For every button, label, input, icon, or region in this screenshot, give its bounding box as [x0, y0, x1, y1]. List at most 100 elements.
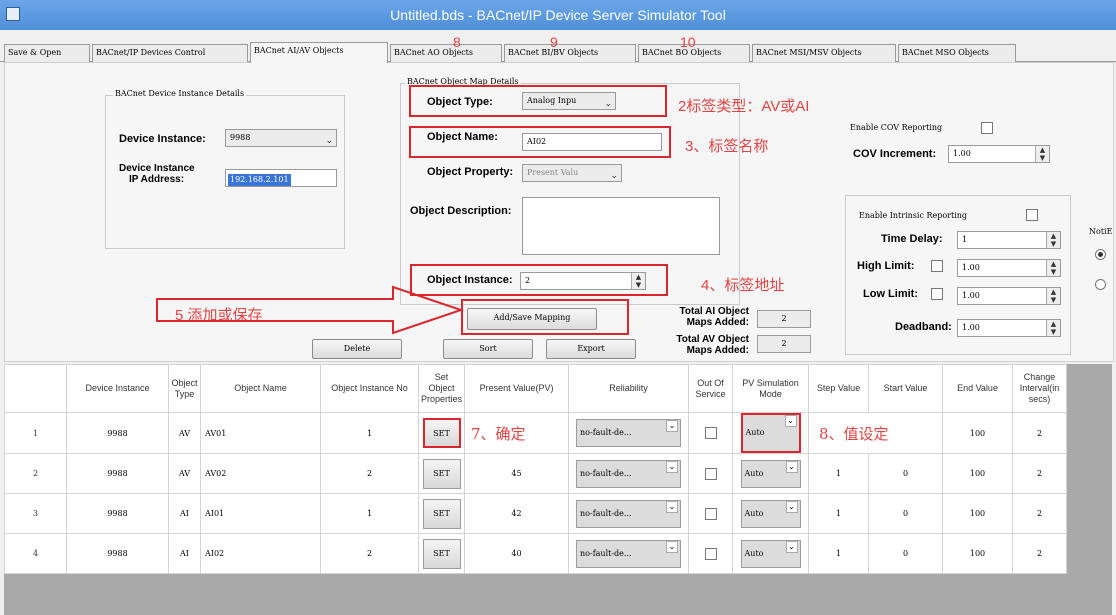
app-icon[interactable] — [6, 7, 20, 21]
cell-out-of-service — [688, 412, 734, 454]
cell-object-instance[interactable]: 2 — [320, 533, 419, 574]
sort-button[interactable]: Sort — [443, 339, 533, 359]
cell-change-interval[interactable]: 2 — [1012, 493, 1068, 534]
header-end-value[interactable]: End Value — [942, 364, 1014, 413]
set-button[interactable]: SET — [422, 498, 461, 529]
header-set-properties[interactable]: Set Object Properties — [417, 364, 466, 413]
spin-icon[interactable]: ▲ ▼ — [1046, 260, 1060, 276]
export-button[interactable]: Export — [546, 339, 636, 359]
cell-object-type[interactable]: AI — [168, 533, 201, 574]
out-of-service-checkbox[interactable] — [704, 467, 717, 480]
cell-change-interval[interactable]: 2 — [1012, 412, 1068, 454]
set-button[interactable]: SET — [422, 418, 461, 448]
spin-icon[interactable]: ▲ ▼ — [1046, 232, 1060, 248]
tab-devices-control[interactable]: BACnet/IP Devices Control — [92, 44, 248, 62]
time-delay-stepper[interactable]: 1 ▲ ▼ — [957, 231, 1061, 249]
cell-object-instance[interactable]: 1 — [320, 493, 419, 534]
table-row[interactable]: 2 9988 AV AV02 2 SET 45 no-fault-de... ⌄ … — [4, 453, 1068, 494]
cell-object-name[interactable]: AI01 — [200, 493, 321, 534]
cell-present-value[interactable]: 42 — [464, 493, 570, 534]
header-object-type[interactable]: Object Type — [168, 364, 201, 413]
cell-device-instance[interactable]: 9988 — [66, 493, 169, 534]
cell-device-instance[interactable]: 9988 — [66, 453, 169, 494]
header-object-instance[interactable]: Object Instance No — [320, 364, 419, 413]
header-pv-sim-mode[interactable]: PV Simulation Mode — [732, 364, 810, 413]
tab-ai-av-objects[interactable]: BACnet AI/AV Objects — [250, 42, 388, 63]
set-button[interactable]: SET — [422, 538, 461, 569]
out-of-service-checkbox[interactable] — [704, 427, 717, 439]
cell-object-type[interactable]: AI — [168, 493, 201, 534]
spin-icon[interactable]: ▲ ▼ — [1046, 288, 1060, 304]
cov-increment-stepper[interactable]: 1.00 ▲ ▼ — [948, 145, 1050, 163]
header-step-value[interactable]: Step Value — [808, 364, 870, 413]
pv-mode-select[interactable]: Auto ⌄ — [740, 499, 801, 528]
object-description-input[interactable] — [522, 197, 720, 255]
cell-device-instance[interactable]: 9988 — [66, 412, 169, 454]
cell-step-start[interactable]: 8、值设定 — [808, 412, 944, 454]
notify-radio-2[interactable] — [1095, 279, 1106, 290]
delete-button[interactable]: Delete — [312, 339, 402, 359]
header-out-of-service[interactable]: Out Of Service — [688, 364, 734, 413]
reliability-select[interactable]: no-fault-de... ⌄ — [576, 539, 682, 568]
low-limit-checkbox[interactable] — [931, 288, 943, 300]
tab-mso-objects[interactable]: BACnet MSO Objects — [898, 44, 1016, 62]
out-of-service-checkbox[interactable] — [704, 507, 717, 520]
cell-object-name[interactable]: AI02 — [200, 533, 321, 574]
tab-msi-msv-objects[interactable]: BACnet MSI/MSV Objects — [752, 44, 896, 62]
out-of-service-checkbox[interactable] — [704, 547, 717, 560]
header-start-value[interactable]: Start Value — [868, 364, 944, 413]
cell-end-value[interactable]: 100 — [942, 533, 1014, 574]
cell-present-value[interactable]: 40 — [464, 533, 570, 574]
header-device-instance[interactable]: Device Instance — [66, 364, 169, 413]
header-reliability[interactable]: Reliability — [568, 364, 690, 413]
cell-start-value[interactable]: 0 — [868, 493, 944, 534]
header-object-name[interactable]: Object Name — [200, 364, 321, 413]
cell-object-name[interactable]: AV01 — [200, 412, 321, 454]
cell-start-value[interactable]: 0 — [868, 453, 944, 494]
header-change-interval[interactable]: Change Interval(in secs) — [1012, 364, 1068, 413]
spin-icon[interactable]: ▲ ▼ — [1046, 320, 1060, 336]
pv-mode-select[interactable]: Auto ⌄ — [740, 413, 801, 453]
cell-end-value[interactable]: 100 — [942, 493, 1014, 534]
reliability-select[interactable]: no-fault-de... ⌄ — [576, 459, 682, 488]
low-limit-stepper[interactable]: 1.00 ▲ ▼ — [957, 287, 1061, 305]
high-limit-stepper[interactable]: 1.00 ▲ ▼ — [957, 259, 1061, 277]
deadband-stepper[interactable]: 1.00 ▲ ▼ — [957, 319, 1061, 337]
enable-cov-checkbox[interactable] — [981, 122, 993, 134]
cell-object-type[interactable]: AV — [168, 412, 201, 454]
cell-present-value[interactable]: 45 — [464, 453, 570, 494]
cell-step-value[interactable]: 1 — [808, 533, 870, 574]
cell-step-value[interactable]: 1 — [808, 493, 870, 534]
table-row[interactable]: 3 9988 AI AI01 1 SET 42 no-fault-de... ⌄ … — [4, 493, 1068, 534]
cell-change-interval[interactable]: 2 — [1012, 533, 1068, 574]
tab-save-open[interactable]: Save & Open — [4, 44, 90, 62]
set-button[interactable]: SET — [422, 458, 461, 489]
ip-address-field[interactable]: 192.168.2.101 — [225, 169, 337, 187]
cell-present-value[interactable]: 7、确定 — [464, 412, 570, 454]
cell-device-instance[interactable]: 9988 — [66, 533, 169, 574]
cell-end-value[interactable]: 100 — [942, 453, 1014, 494]
cell-object-name[interactable]: AV02 — [200, 453, 321, 494]
table-row[interactable]: 1 9988 AV AV01 1 SET 7、确定 no-fault-de...… — [4, 412, 1068, 454]
cell-object-instance[interactable]: 1 — [320, 412, 419, 454]
spin-icon[interactable]: ▲ ▼ — [1035, 146, 1049, 162]
cell-end-value[interactable]: 100 — [942, 412, 1014, 454]
reliability-select[interactable]: no-fault-de... ⌄ — [576, 419, 682, 447]
high-limit-checkbox[interactable] — [931, 260, 943, 272]
header-present-value[interactable]: Present Value(PV) — [464, 364, 570, 413]
enable-intrinsic-checkbox[interactable] — [1026, 209, 1038, 221]
cell-step-value[interactable]: 1 — [808, 453, 870, 494]
tab-ao-objects[interactable]: BACnet AO Objects — [390, 44, 502, 62]
notify-radio-1[interactable] — [1095, 249, 1106, 260]
pv-mode-select[interactable]: Auto ⌄ — [740, 459, 801, 488]
pv-mode-select[interactable]: Auto ⌄ — [740, 539, 801, 568]
cell-change-interval[interactable]: 2 — [1012, 453, 1068, 494]
reliability-select[interactable]: no-fault-de... ⌄ — [576, 499, 682, 528]
cell-start-value[interactable]: 0 — [868, 533, 944, 574]
cell-object-type[interactable]: AV — [168, 453, 201, 494]
object-property-select[interactable]: Present Valu ⌄ — [522, 164, 622, 182]
cell-object-instance[interactable]: 2 — [320, 453, 419, 494]
device-instance-select[interactable]: 9988 ⌄ — [225, 129, 337, 147]
tab-bi-bv-objects[interactable]: BACnet BI/BV Objects — [504, 44, 636, 62]
table-row[interactable]: 4 9988 AI AI02 2 SET 40 no-fault-de... ⌄ … — [4, 533, 1068, 574]
